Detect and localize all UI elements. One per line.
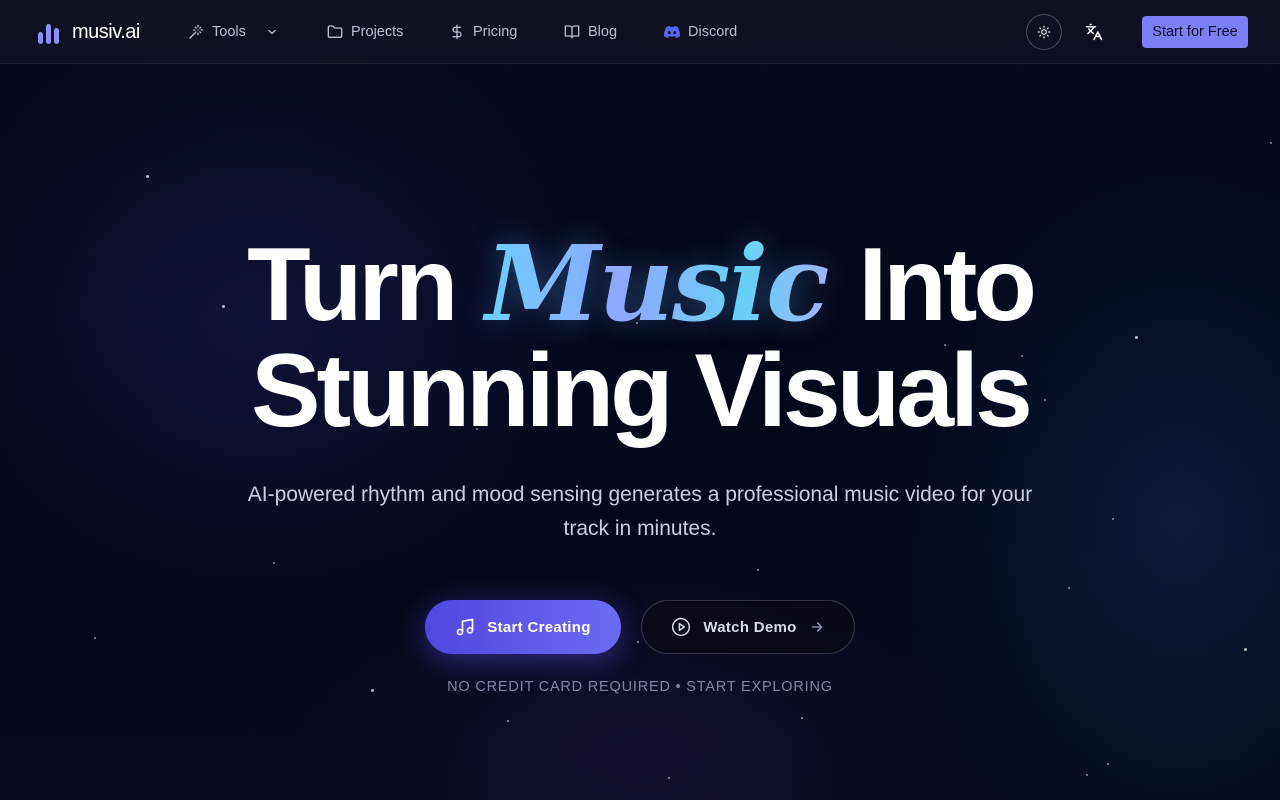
no-credit-card-note: NO CREDIT CARD REQUIRED • START EXPLORIN…	[447, 679, 833, 695]
nav-tools-label: Tools	[212, 24, 246, 40]
hero-title-part2: Into	[858, 227, 1037, 343]
translate-icon	[1085, 23, 1103, 41]
hero-title-part1: Turn	[247, 227, 458, 343]
start-creating-button[interactable]: Start Creating	[425, 600, 621, 654]
dollar-icon	[452, 24, 462, 40]
nav-discord-label: Discord	[688, 24, 738, 40]
language-button[interactable]	[1076, 14, 1112, 50]
watch-demo-button[interactable]: Watch Demo	[641, 600, 855, 654]
nav-pricing[interactable]: Pricing	[449, 20, 517, 44]
theme-toggle-button[interactable]	[1026, 14, 1062, 50]
arrow-right-icon	[811, 622, 822, 632]
nav-blog-label: Blog	[588, 24, 618, 40]
hero-title-line2: Stunning Visuals	[251, 333, 1033, 449]
nav-blog[interactable]: Blog	[564, 20, 617, 44]
nav-tools[interactable]: Tools	[188, 20, 278, 44]
music-note-icon	[456, 618, 474, 636]
discord-icon	[664, 26, 680, 39]
start-for-free-button[interactable]: Start for Free	[1142, 16, 1248, 48]
start-creating-label: Start Creating	[487, 618, 591, 636]
book-open-icon	[564, 25, 580, 39]
nav-projects[interactable]: Projects	[327, 20, 403, 44]
nav-pricing-label: Pricing	[473, 24, 518, 40]
top-navbar: musiv.ai Tools Projects Pricing Blog Dis…	[0, 0, 1280, 64]
hero-title-highlight: Music	[479, 222, 833, 345]
hero-title-line1: Turn Music Into	[0, 224, 1280, 345]
logo-bars-icon	[38, 24, 59, 44]
hero-subtitle: AI-powered rhythm and mood sensing gener…	[247, 483, 1033, 540]
nav-discord[interactable]: Discord	[664, 20, 737, 44]
sun-icon	[1037, 25, 1051, 39]
magic-wand-icon	[189, 24, 204, 39]
chevron-down-icon	[268, 29, 276, 35]
brand-logo[interactable]: musiv.ai	[38, 20, 140, 44]
play-circle-icon	[672, 617, 691, 637]
nav-projects-label: Projects	[351, 24, 404, 40]
folder-icon	[327, 25, 343, 38]
brand-name: musiv.ai	[72, 21, 140, 43]
watch-demo-label: Watch Demo	[703, 618, 797, 636]
